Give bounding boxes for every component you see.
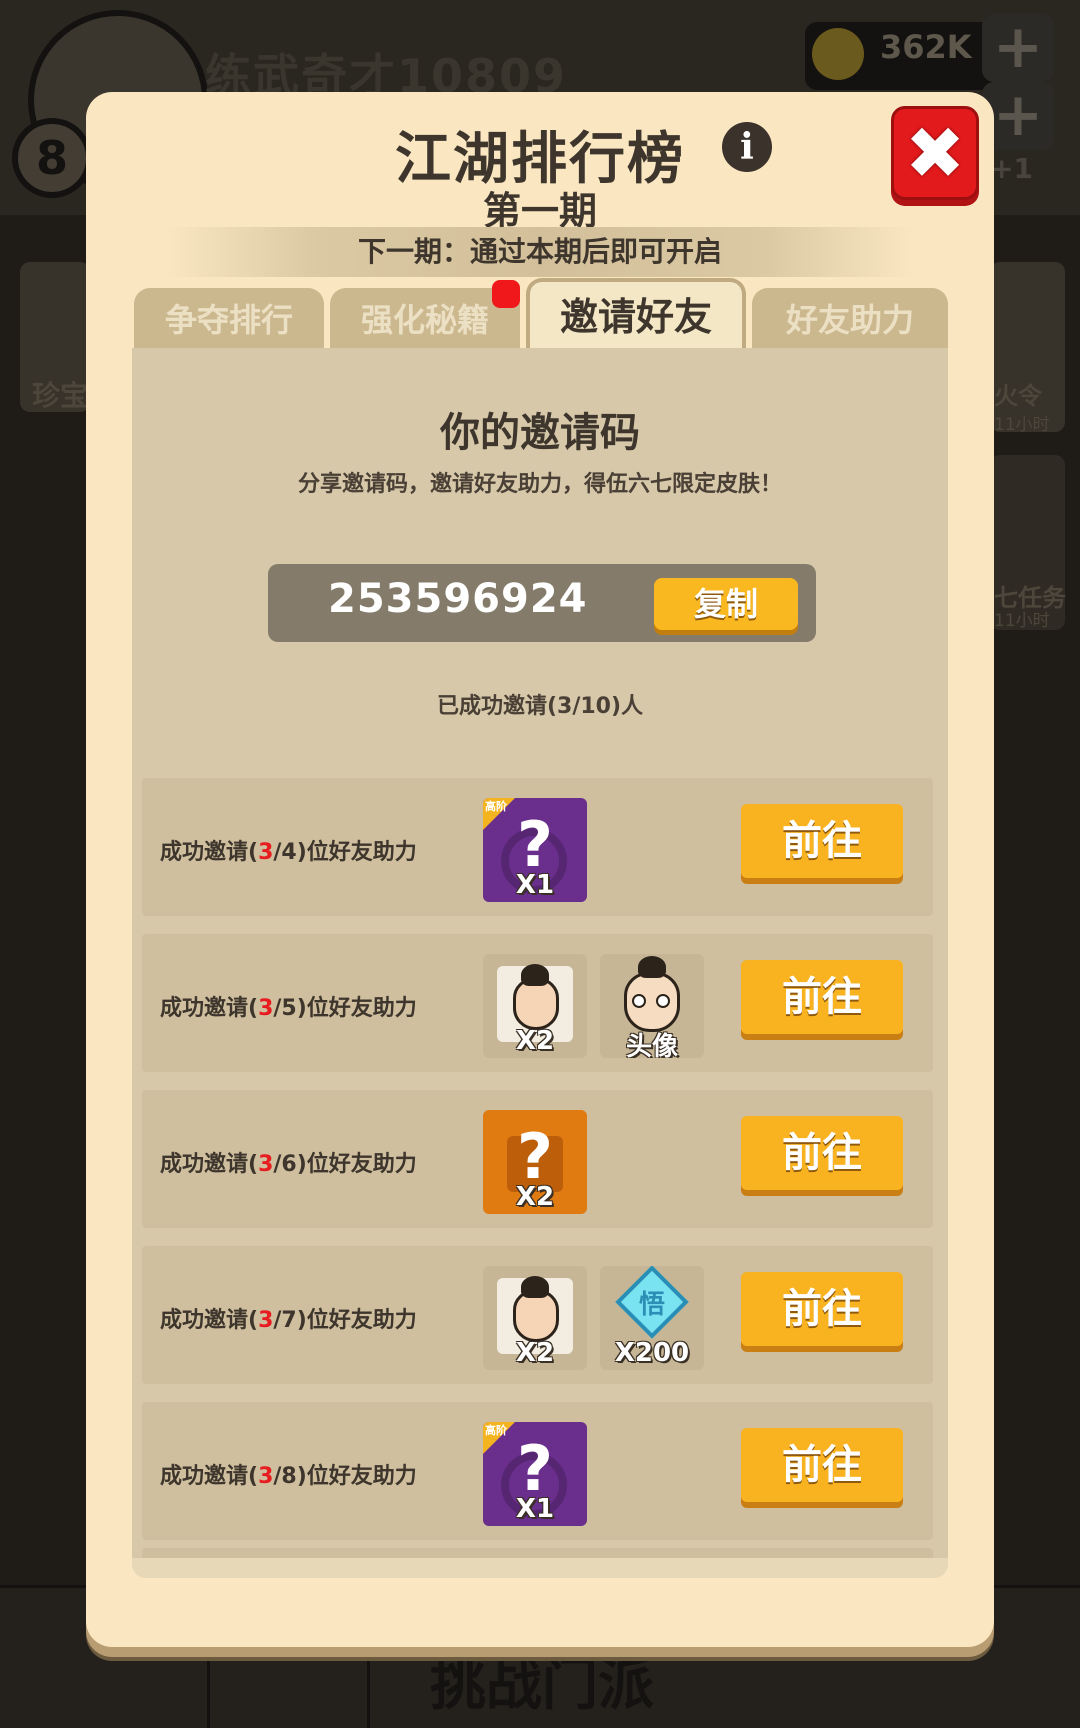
add-coins-button[interactable]: +: [982, 14, 1054, 82]
close-icon[interactable]: ✖: [891, 106, 979, 200]
invite-panel: 你的邀请码 分享邀请码，邀请好友助力，得伍六七限定皮肤！ 253596924 复…: [132, 348, 948, 1578]
notification-dot: [492, 280, 520, 308]
reward-quantity: X1: [515, 1494, 555, 1524]
treasure-label: 珍宝: [32, 379, 89, 412]
reward-condition: 成功邀请(3/8)位好友助力: [160, 1464, 417, 1489]
reward-item-avatar[interactable]: 头像: [600, 954, 704, 1058]
reward-item-mystery[interactable]: 高阶 ? X1: [483, 1422, 587, 1526]
invite-code-box: 253596924 复制: [268, 564, 816, 642]
reward-condition: 成功邀请(3/4)位好友助力: [160, 840, 417, 865]
coin-icon: [812, 28, 864, 80]
reward-quantity: 头像: [625, 1032, 678, 1058]
reward-condition: 成功邀请(3/5)位好友助力: [160, 996, 417, 1021]
coin-value: 362K: [880, 28, 972, 66]
reward-quantity: X2: [515, 1026, 555, 1056]
tab-friend-assist[interactable]: 好友助力: [752, 288, 948, 348]
reward-item-insight[interactable]: 悟 X200: [600, 1266, 704, 1370]
treasure-button[interactable]: 珍宝: [20, 262, 90, 412]
reward-condition: 成功邀请(3/6)位好友助力: [160, 1152, 417, 1177]
energy-plus-label: +1: [990, 152, 1033, 185]
quest-time: 11小时: [994, 611, 1050, 631]
go-button[interactable]: 前往: [741, 804, 903, 878]
player-level-badge: 8: [12, 118, 92, 198]
invite-code-heading: 你的邀请码: [440, 410, 640, 456]
reward-row: 成功邀请(3/5)位好友助力 X2 头像 前往: [142, 934, 933, 1072]
invite-code-description: 分享邀请码，邀请好友助力，得伍六七限定皮肤！: [297, 472, 782, 497]
reward-quantity: X200: [614, 1338, 690, 1368]
leaderboard-modal: 江湖排行榜 i 第一期 下一期：通过本期后即可开启 ✖ 争夺排行 强化秘籍 邀请…: [86, 92, 994, 1647]
go-button[interactable]: 前往: [741, 960, 903, 1034]
reward-quantity: X1: [515, 870, 555, 900]
reward-quantity: X2: [515, 1182, 555, 1212]
tab-ranking[interactable]: 争夺排行: [134, 288, 324, 348]
reward-item-mystery[interactable]: 高阶 ? X1: [483, 798, 587, 902]
invite-code-value: 253596924: [328, 576, 588, 622]
insight-label: 悟: [638, 1290, 665, 1320]
panel-footer: [132, 1558, 948, 1578]
info-icon[interactable]: i: [722, 122, 772, 172]
go-button[interactable]: 前往: [741, 1272, 903, 1346]
next-season-banner: 下一期：通过本期后即可开启: [166, 227, 914, 277]
go-button[interactable]: 前往: [741, 1428, 903, 1502]
reward-row: 成功邀请(3/8)位好友助力 高阶 ? X1 前往: [142, 1402, 933, 1540]
reward-item-outfit[interactable]: ? X2: [483, 1110, 587, 1214]
tab-invite-friends[interactable]: 邀请好友: [526, 278, 746, 350]
reward-quantity: X2: [515, 1338, 555, 1368]
reward-row: 成功邀请(3/6)位好友助力 ? X2 前往: [142, 1090, 933, 1228]
panel-scroll-area[interactable]: 你的邀请码 分享邀请码，邀请好友助力，得伍六七限定皮肤！ 253596924 复…: [132, 348, 948, 1568]
fire-token-time: 11小时: [994, 415, 1050, 435]
invited-count: 已成功邀请(3/10)人: [436, 694, 644, 719]
copy-button[interactable]: 复制: [654, 578, 798, 630]
go-button[interactable]: 前往: [741, 1116, 903, 1190]
challenge-sect-label: 挑战门派: [430, 1653, 654, 1718]
reward-item-character-fragment[interactable]: X2: [483, 954, 587, 1058]
reward-item-character-fragment[interactable]: X2: [483, 1266, 587, 1370]
reward-row: 成功邀请(3/4)位好友助力 高阶 ? X1 前往: [142, 778, 933, 916]
reward-row: 成功邀请(3/7)位好友助力 X2 悟 X200 前往: [142, 1246, 933, 1384]
reward-condition: 成功邀请(3/7)位好友助力: [160, 1308, 417, 1333]
fire-token-label: 火令: [994, 382, 1042, 410]
